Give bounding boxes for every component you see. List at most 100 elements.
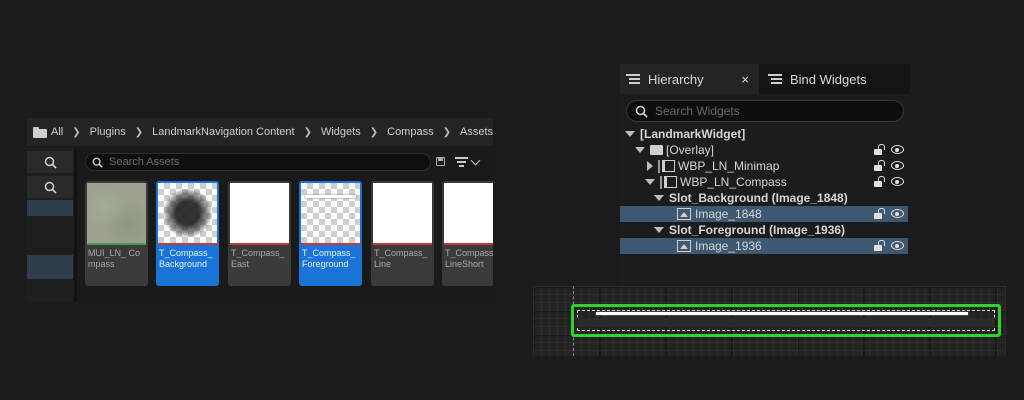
- eye-icon[interactable]: [891, 241, 904, 250]
- asset-name: T_Compass_ Foreground: [302, 248, 356, 269]
- tab-bind-widgets[interactable]: Bind Widgets: [760, 64, 910, 94]
- image-icon: [677, 240, 691, 252]
- chevron-down-icon[interactable]: [470, 155, 481, 166]
- tab-label: Bind Widgets: [790, 71, 867, 87]
- compass-foreground-line: [596, 312, 968, 315]
- tree-row-label: Image_1848: [695, 207, 762, 221]
- unlock-icon[interactable]: [873, 176, 885, 188]
- breadcrumb-widgets[interactable]: Widgets: [321, 126, 361, 138]
- unlock-icon[interactable]: [873, 160, 885, 172]
- expand-arrow-icon[interactable]: [625, 131, 635, 137]
- expand-arrow-icon[interactable]: [654, 227, 664, 233]
- tree-row-label: WBP_LN_Minimap: [678, 159, 780, 173]
- expand-arrow-icon[interactable]: [645, 179, 655, 185]
- folder-icon[interactable]: [33, 126, 48, 138]
- asset-search-box[interactable]: [85, 153, 431, 171]
- panel-splitter[interactable]: [74, 148, 77, 302]
- favorites-search-button[interactable]: [27, 151, 73, 173]
- save-search-icon[interactable]: [436, 157, 445, 166]
- widget-search-input[interactable]: [655, 104, 895, 118]
- hierarchy-panel: Hierarchy × Bind Widgets [LandmarkWidget…: [620, 64, 910, 286]
- asset-tile[interactable]: T_Compass_ Line: [371, 181, 434, 286]
- asset-type-color-bar: [301, 243, 360, 245]
- asset-search-input[interactable]: [109, 156, 409, 168]
- texture-thumbnail: [87, 183, 146, 243]
- image-icon: [677, 208, 691, 220]
- overlay-icon: [650, 145, 663, 155]
- filter-icon[interactable]: [455, 157, 468, 167]
- tab-bar: Hierarchy × Bind Widgets: [620, 64, 910, 94]
- asset-tile[interactable]: T_Compass_ East: [228, 181, 291, 286]
- asset-tile[interactable]: T_Compass_ Foreground: [299, 181, 362, 286]
- tree-row[interactable]: WBP_LN_Compass: [620, 174, 908, 190]
- widget-blueprint-icon: [662, 160, 675, 172]
- tree-row[interactable]: Image_1936: [620, 238, 908, 254]
- asset-type-color-bar: [444, 243, 493, 245]
- search-icon: [92, 157, 103, 168]
- folder-tree-selected-row[interactable]: [27, 255, 73, 279]
- breadcrumb: All ❯ Plugins ❯ LandmarkNavigation Conte…: [27, 118, 493, 146]
- asset-tile[interactable]: MUI_LN_ Compass: [85, 181, 148, 286]
- content-browser: All ❯ Plugins ❯ LandmarkNavigation Conte…: [27, 118, 493, 302]
- close-icon[interactable]: ×: [741, 72, 749, 87]
- folders-search-button[interactable]: [27, 176, 73, 198]
- sources-panel: [27, 148, 74, 302]
- tree-row-label: Slot_Background (Image_1848): [669, 191, 848, 205]
- asset-type-color-bar: [158, 243, 217, 245]
- breadcrumb-landmarknavigation-content[interactable]: LandmarkNavigation Content: [152, 126, 294, 138]
- texture-thumbnail: [373, 183, 432, 243]
- eye-icon[interactable]: [891, 209, 904, 218]
- selected-widget-outline[interactable]: [571, 304, 1001, 337]
- chevron-right-icon: ❯: [134, 126, 144, 138]
- tree-row[interactable]: WBP_LN_Minimap: [620, 158, 908, 174]
- expand-arrow-icon[interactable]: [647, 161, 653, 171]
- tree-row-label: Slot_Foreground (Image_1936): [669, 223, 846, 237]
- tree-row-label: Image_1936: [695, 239, 762, 253]
- chevron-right-icon: ❯: [369, 126, 379, 138]
- tree-guide-line: [660, 175, 662, 189]
- tree-row[interactable]: [Overlay]: [620, 142, 908, 158]
- asset-type-color-bar: [230, 243, 289, 245]
- texture-thumbnail: [230, 183, 289, 243]
- tab-hierarchy[interactable]: Hierarchy ×: [620, 64, 759, 94]
- expand-arrow-icon[interactable]: [654, 195, 664, 201]
- list-icon: [626, 73, 640, 85]
- list-icon: [768, 73, 782, 85]
- chevron-right-icon: ❯: [442, 126, 451, 138]
- tree-row-label: [LandmarkWidget]: [640, 127, 746, 141]
- breadcrumb-compass[interactable]: Compass: [387, 126, 433, 138]
- expand-arrow-icon[interactable]: [635, 147, 645, 153]
- eye-icon[interactable]: [891, 145, 904, 154]
- compass-background: [577, 319, 995, 327]
- tree-row[interactable]: Image_1848: [620, 206, 908, 222]
- asset-name: T_Compass_ Line: [374, 248, 428, 269]
- breadcrumb-all[interactable]: All: [51, 126, 63, 138]
- asset-tile[interactable]: T_Compass_ LineShort: [442, 181, 493, 286]
- texture-thumbnail: [444, 183, 493, 243]
- texture-thumbnail: [301, 183, 360, 243]
- asset-tile[interactable]: T_Compass_ Background: [156, 181, 219, 286]
- tree-guide-line: [658, 159, 660, 173]
- eye-icon[interactable]: [891, 177, 904, 186]
- widget-search-box[interactable]: [626, 100, 904, 122]
- eye-icon[interactable]: [891, 161, 904, 170]
- tree-row-label: WBP_LN_Compass: [680, 175, 787, 189]
- designer-canvas[interactable]: [533, 286, 1006, 356]
- tree-row-label: [Overlay]: [666, 143, 715, 157]
- chevron-right-icon: ❯: [303, 126, 312, 138]
- asset-name: T_Compass_ East: [231, 248, 285, 269]
- asset-name: T_Compass_ Background: [159, 248, 213, 269]
- tree-row[interactable]: [LandmarkWidget]: [620, 126, 908, 142]
- unlock-icon[interactable]: [873, 240, 885, 252]
- breadcrumb-assets[interactable]: Assets: [460, 126, 493, 138]
- tree-row[interactable]: Slot_Background (Image_1848): [620, 190, 908, 206]
- tree-row[interactable]: Slot_Foreground (Image_1936): [620, 222, 908, 238]
- breadcrumb-plugins[interactable]: Plugins: [90, 126, 126, 138]
- search-icon: [44, 181, 57, 194]
- unlock-icon[interactable]: [873, 144, 885, 156]
- folder-tree-selected-row[interactable]: [27, 200, 73, 216]
- asset-type-color-bar: [87, 243, 146, 245]
- tab-label: Hierarchy: [648, 71, 704, 87]
- unlock-icon[interactable]: [873, 208, 885, 220]
- chevron-right-icon: ❯: [72, 126, 81, 138]
